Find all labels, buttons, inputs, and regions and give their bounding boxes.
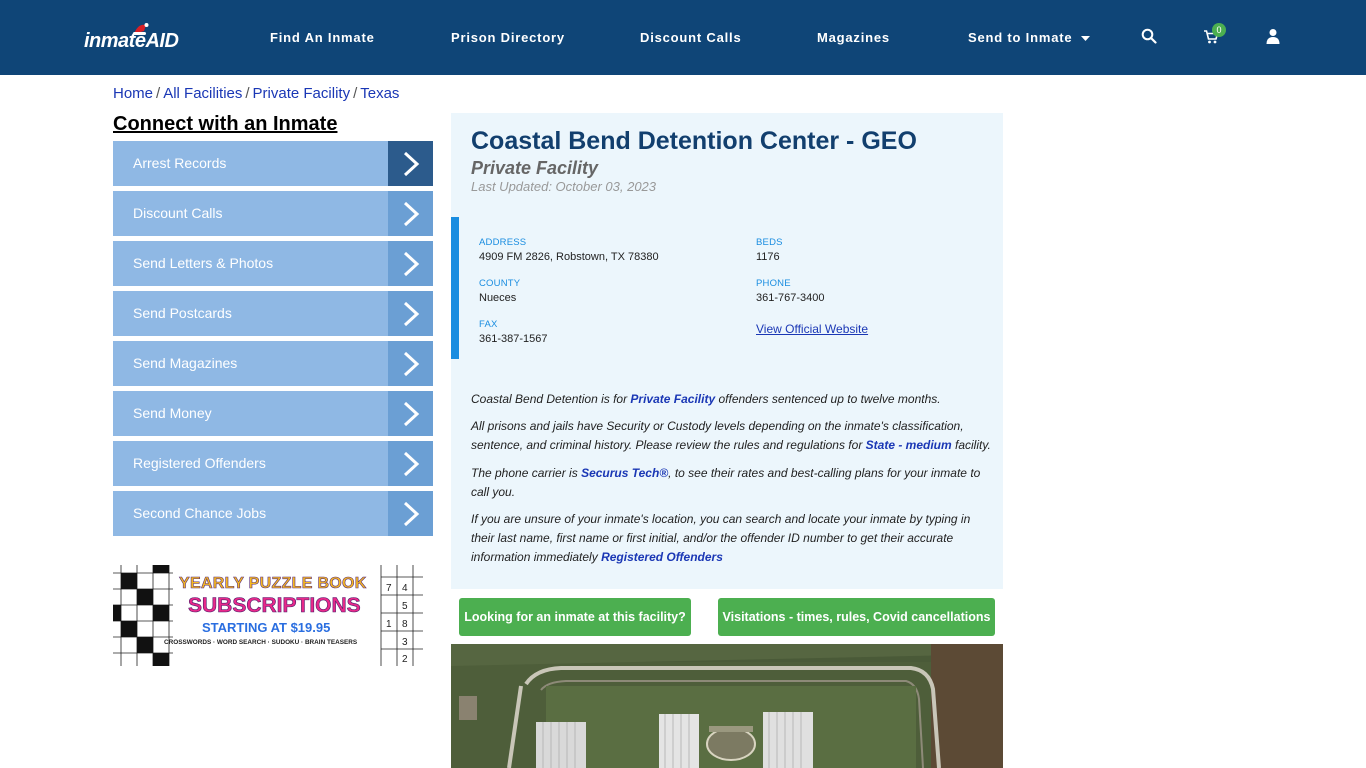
sidebar-item-label: Send Money [133,405,212,421]
chevron-right-icon [388,141,433,186]
chevron-right-icon [388,391,433,436]
security-level-link[interactable]: State - medium [866,438,952,452]
description-text: facility. [951,438,991,452]
caret-down-icon [1080,35,1090,41]
chevron-right-icon [388,341,433,386]
sidebar-item-second-chance-jobs[interactable]: Second Chance Jobs [113,491,433,536]
santa-hat-icon [133,23,149,35]
info-accent-bar [451,217,459,359]
facility-aerial-photo [451,644,1003,768]
description-text: offenders sentenced up to twelve months. [715,392,941,406]
breadcrumb-texas[interactable]: Texas [360,85,399,102]
phone-carrier-link[interactable]: Securus Tech® [581,466,668,480]
sidebar-title: Connect with an Inmate [113,113,338,135]
sidebar-menu: Arrest Records Discount Calls Send Lette… [113,141,433,541]
last-updated: Last Updated: October 03, 2023 [471,179,657,194]
description-paragraph-3: The phone carrier is Securus Tech®, to s… [471,464,986,502]
nav-magazines[interactable]: Magazines [817,30,890,45]
sidebar-item-label: Send Postcards [133,305,232,321]
facility-type: Private Facility [471,158,599,178]
breadcrumb-separator: / [156,85,161,102]
svg-text:4: 4 [402,583,408,594]
ad-line-1: YEARLY PUZZLE BOOK [179,575,367,593]
phone-label: PHONE [756,278,791,289]
svg-text:7: 7 [386,583,392,594]
address-value: 4909 FM 2826, Robstown, TX 78380 [479,251,659,263]
cart-count-badge: 0 [1212,23,1226,37]
breadcrumb-home[interactable]: Home [113,85,153,102]
description-paragraph-4: If you are unsure of your inmate's locat… [471,510,981,567]
puzzle-book-ad-banner[interactable]: 74 51 8 3 2 YEARLY PUZZLE BOOK SUBSCRIPTIO… [113,565,423,666]
description-text: Coastal Bend Detention is for [471,392,631,406]
beds-value: 1176 [756,251,780,263]
sidebar-item-send-magazines[interactable]: Send Magazines [113,341,433,386]
sidebar-item-label: Send Magazines [133,355,238,371]
description-paragraph-2: All prisons and jails have Security or C… [471,417,996,455]
user-icon[interactable] [1265,28,1281,44]
sidebar-item-label: Discount Calls [133,205,223,221]
fax-label: FAX [479,319,498,330]
breadcrumb-all-facilities[interactable]: All Facilities [163,85,242,102]
chevron-right-icon [388,441,433,486]
phone-value: 361-767-3400 [756,292,825,304]
address-label: ADDRESS [479,237,527,248]
chevron-right-icon [388,241,433,286]
sidebar-item-label: Second Chance Jobs [133,505,267,521]
facility-card: Coastal Bend Detention Center - GEO Priv… [451,113,1003,589]
breadcrumb-separator: / [245,85,250,102]
nav-prison-directory[interactable]: Prison Directory [451,30,565,45]
nav-find-an-inmate[interactable]: Find An Inmate [270,30,375,45]
official-website-link[interactable]: View Official Website [756,322,868,336]
sidebar-item-arrest-records[interactable]: Arrest Records [113,141,433,186]
county-label: COUNTY [479,278,521,289]
private-facility-link[interactable]: Private Facility [630,392,715,406]
svg-text:2: 2 [402,654,408,665]
breadcrumb: Home / All Facilities / Private Facility / Tex… [113,85,399,102]
ad-line-2: SUBSCRIPTIONS [188,594,361,618]
county-value: Nueces [479,292,517,304]
sidebar-item-discount-calls[interactable]: Discount Calls [113,191,433,236]
sidebar-item-registered-offenders[interactable]: Registered Offenders [113,441,433,486]
svg-text:5: 5 [402,601,408,612]
sidebar-item-label: Registered Offenders [133,455,266,471]
nav-discount-calls[interactable]: Discount Calls [640,30,742,45]
chevron-right-icon [388,291,433,336]
description-text: The phone carrier is [471,466,582,480]
svg-text:3: 3 [402,637,408,648]
facility-info-box: ADDRESS 4909 FM 2826, Robstown, TX 78380… [451,217,1003,359]
svg-text:1: 1 [386,619,392,630]
search-icon[interactable] [1141,28,1157,44]
logo-accent-text: AID [145,30,179,52]
breadcrumb-separator: / [353,85,358,102]
ad-line-4: CROSSWORDS · WORD SEARCH · SUDOKU · BRAI… [164,639,358,646]
sidebar-item-label: Send Letters & Photos [133,255,274,271]
svg-text:8: 8 [402,619,408,630]
chevron-right-icon [388,491,433,536]
sidebar-item-send-letters-photos[interactable]: Send Letters & Photos [113,241,433,286]
sidebar-item-send-money[interactable]: Send Money [113,391,433,436]
site-logo[interactable]: inmateAID [84,22,184,56]
facility-title: Coastal Bend Detention Center - GEO [471,127,917,155]
beds-label: BEDS [756,237,783,248]
fax-value: 361-387-1567 [479,333,548,345]
nav-send-to-inmate[interactable]: Send to Inmate [968,30,1090,45]
sidebar-item-label: Arrest Records [133,155,227,171]
nav-send-to-inmate-label: Send to Inmate [968,30,1073,45]
inmate-search-button[interactable]: Looking for an inmate at this facility? [459,598,691,636]
ad-line-3: STARTING AT $19.95 [202,620,331,635]
sidebar-item-send-postcards[interactable]: Send Postcards [113,291,433,336]
top-navigation-bar: inmateAID Find An Inmate Prison Director… [0,0,1366,75]
breadcrumb-private-facility[interactable]: Private Facility [253,85,351,102]
description-paragraph-1: Coastal Bend Detention is for Private Fa… [471,390,996,409]
registered-offenders-link[interactable]: Registered Offenders [601,550,723,564]
visitations-button[interactable]: Visitations - times, rules, Covid cancel… [718,598,995,636]
chevron-right-icon [388,191,433,236]
